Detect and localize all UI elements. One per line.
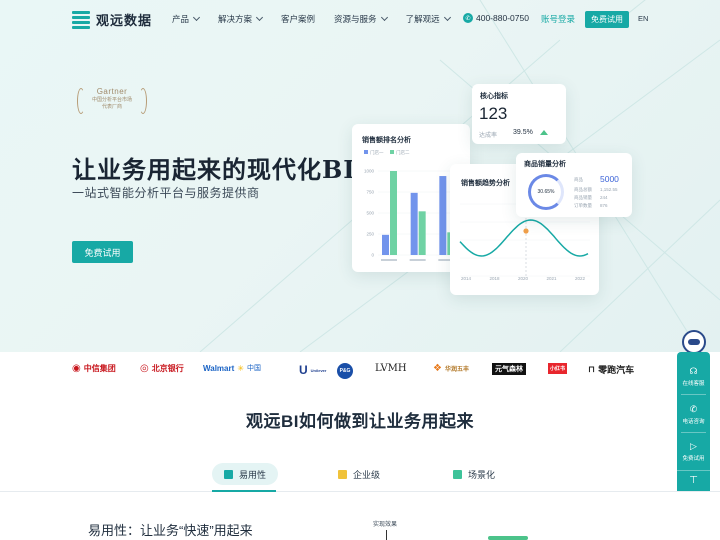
hero-subtitle: 一站式智能分析平台与服务提供商 — [72, 186, 260, 200]
y-tick-label: 500 — [366, 211, 374, 216]
bar — [410, 192, 418, 255]
y-tick-label: 750 — [366, 190, 374, 195]
bar — [382, 234, 389, 255]
scenario-icon — [453, 469, 462, 479]
phone-link[interactable]: ✆ 400-880-0750 — [463, 13, 529, 23]
legend-swatch — [390, 150, 394, 154]
tab-ease-of-use[interactable]: 易用性 — [212, 463, 279, 485]
kpi-card: 核心指标 123 达成率 39.5% — [472, 84, 566, 144]
logo-unilever: U Unilever — [299, 363, 327, 377]
feature-tabs: 易用性 企业级 场景化 — [0, 458, 720, 494]
chevron-down-icon — [192, 13, 201, 22]
bar — [439, 176, 447, 255]
ease-icon — [224, 469, 233, 479]
legend-label: 门店一 — [370, 149, 384, 156]
x-tick-mark — [381, 259, 397, 261]
product-sales-card: 商品销量分析 30.65% 商品 5000 商品总额 1,152.55 商品销量… — [516, 153, 632, 217]
chevron-down-icon — [255, 13, 264, 22]
y-tick-label: 250 — [366, 232, 374, 237]
hero-title: 让业务用起来的现代化BI — [72, 155, 356, 184]
logo-xiaohongshu: 小红书 — [548, 363, 568, 374]
effect-axis-label: 实现效果 — [373, 522, 398, 528]
logo-leapmotor: ⊓ 零跑汽车 — [588, 364, 635, 375]
menu-item-product[interactable]: 产品 — [172, 13, 201, 25]
tab-enterprise[interactable]: 企业级 — [326, 463, 392, 485]
brand-logo[interactable]: 观远数据 — [72, 10, 152, 29]
top-nav: 观远数据 产品 解决方案 客户案例 资源与服务 了解观远 ✆ 400-880-0… — [0, 0, 720, 40]
logo-walmart: Walmart ✳ 中国 — [203, 363, 261, 373]
highlight-point — [523, 228, 529, 234]
legend-label: 门店二 — [396, 149, 410, 156]
online-service-button[interactable]: ☊ 在线客服 — [677, 366, 710, 387]
enterprise-icon — [338, 469, 347, 479]
trend-up-icon — [540, 130, 548, 135]
login-link[interactable]: 账号登录 — [541, 13, 575, 25]
x-tick-label: 2022 — [575, 276, 586, 281]
kpi-label: 达成率 — [479, 133, 498, 139]
x-tick-label: 2018 — [489, 276, 500, 281]
gartner-badge: Gartner 中国分析平台市场 代表厂商 — [74, 86, 150, 118]
logo-cr-wufeng: ❖ 华润五丰 — [433, 363, 469, 374]
menu-item-solutions[interactable]: 解决方案 — [218, 13, 264, 25]
x-tick-label: 2020 — [518, 276, 529, 281]
logo-bank-of-beijing: ◎ 北京银行 — [140, 363, 184, 374]
section-title: 观远BI如何做到让业务用起来 — [246, 412, 474, 431]
phone-icon: ✆ — [463, 13, 473, 23]
axis-arrow — [386, 530, 387, 540]
effect-bar — [488, 536, 528, 540]
menu-item-resources[interactable]: 资源与服务 — [334, 13, 388, 25]
logo-citic: ◉ 中信集团 — [72, 363, 116, 374]
y-tick-label: 0 — [371, 253, 374, 258]
hero-trial-button[interactable]: 免费试用 — [72, 241, 133, 263]
feature-subtitle: 易用性：让业务“快速”用起来 — [88, 523, 253, 538]
play-icon: ▷ — [690, 441, 697, 451]
chevron-down-icon — [443, 13, 451, 22]
donut-ring: 30.65% — [528, 174, 564, 210]
product-title: 商品销量分析 — [524, 161, 566, 168]
main-menu: 产品 解决方案 客户案例 资源与服务 了解观远 — [172, 13, 469, 25]
y-tick-label: 1000 — [364, 169, 375, 174]
language-switch[interactable]: EN — [638, 14, 648, 23]
x-tick-label: 2014 — [461, 276, 472, 281]
logo-pg: P&G — [337, 363, 353, 379]
bar — [390, 171, 397, 255]
kpi-title: 核心指标 — [480, 93, 508, 100]
series-line — [459, 219, 589, 257]
logo-genki-forest: 元气森林 — [492, 363, 526, 375]
tab-scenario[interactable]: 场景化 — [441, 463, 507, 485]
nav-trial-button[interactable]: 免费试用 — [585, 11, 629, 28]
logo-lvmh: LVMH — [375, 363, 407, 374]
brand-name: 观远数据 — [96, 13, 153, 28]
product-big-value: 5000 — [600, 174, 619, 184]
kpi-value: 123 — [479, 104, 508, 123]
bar — [418, 211, 426, 255]
brand-mark-icon — [72, 10, 90, 29]
chevron-down-icon — [380, 13, 388, 22]
robot-assistant-icon[interactable] — [682, 330, 706, 354]
x-tick-mark — [409, 259, 426, 261]
legend-swatch — [364, 150, 368, 154]
active-tab-indicator — [212, 490, 276, 492]
headset-icon: ☊ — [689, 366, 698, 376]
menu-item-about[interactable]: 了解观远 — [406, 13, 451, 25]
kpi-percent: 39.5% — [513, 129, 533, 136]
menu-item-cases[interactable]: 客户案例 — [281, 13, 315, 25]
x-tick-label: 2021 — [546, 276, 557, 281]
customer-logos: ◉ 中信集团 ◎ 北京银行 Walmart ✳ 中国 U Unilever P&G LVM… — [0, 352, 720, 392]
